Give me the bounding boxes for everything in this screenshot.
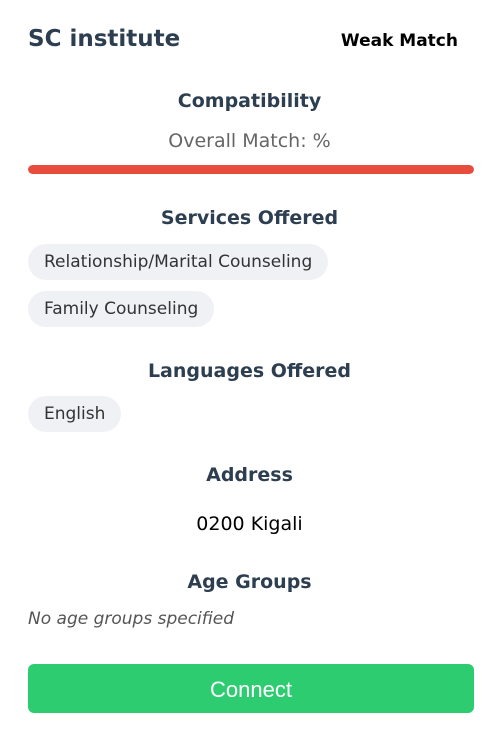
provider-name: SC institute bbox=[28, 26, 181, 52]
overall-match-text: Overall Match: % bbox=[168, 130, 331, 152]
match-progress-fill bbox=[28, 165, 474, 174]
connect-button[interactable]: Connect bbox=[28, 664, 474, 713]
language-chip: English bbox=[28, 396, 122, 432]
languages-heading: Languages Offered bbox=[147, 360, 352, 382]
age-groups-empty: No age groups specified bbox=[28, 609, 235, 629]
services-heading: Services Offered bbox=[160, 207, 339, 229]
service-chip: Relationship/Marital Counseling bbox=[28, 244, 329, 280]
service-chip: Family Counseling bbox=[28, 291, 215, 327]
address-value: 0200 Kigali bbox=[196, 513, 303, 535]
match-progress-bar bbox=[28, 165, 474, 174]
compatibility-heading: Compatibility bbox=[177, 90, 322, 112]
match-badge: Weak Match bbox=[340, 31, 458, 51]
age-groups-heading: Age Groups bbox=[187, 571, 312, 593]
address-heading: Address bbox=[206, 464, 293, 486]
